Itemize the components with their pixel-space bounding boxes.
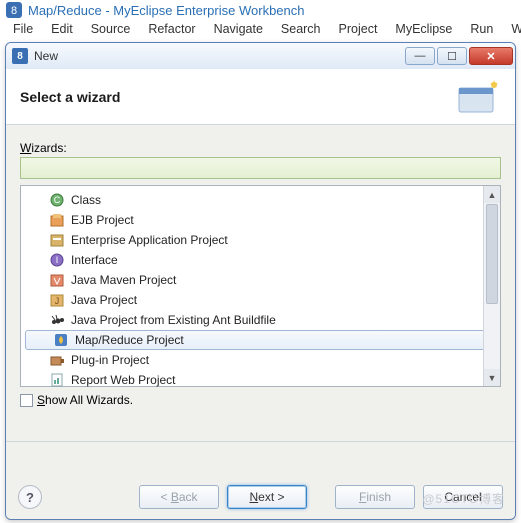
- wizard-item-label: Java Project: [71, 293, 137, 307]
- mapreduce-icon: [53, 332, 69, 348]
- menu-project[interactable]: Project: [330, 20, 387, 38]
- scrollbar[interactable]: ▲ ▼: [483, 186, 500, 386]
- wizard-item[interactable]: C Class: [21, 190, 500, 210]
- interface-icon: I: [49, 252, 65, 268]
- dialog-icon: 8: [12, 48, 28, 64]
- menu-file[interactable]: File: [4, 20, 42, 38]
- back-button[interactable]: < Back: [139, 485, 219, 509]
- wizards-label: Wizards:: [20, 141, 501, 155]
- ejb-icon: [49, 212, 65, 228]
- wizard-item-label: Interface: [71, 253, 118, 267]
- wizard-item-label: Plug-in Project: [71, 353, 149, 367]
- wizard-item-label: EJB Project: [71, 213, 134, 227]
- dialog-title: New: [34, 49, 399, 63]
- wizard-item[interactable]: I Interface: [21, 250, 500, 270]
- menu-run[interactable]: Run: [461, 20, 502, 38]
- menu-window[interactable]: Window: [502, 20, 521, 38]
- ide-title-text: Map/Reduce - MyEclipse Enterprise Workbe…: [28, 3, 305, 18]
- ide-titlebar: 8 Map/Reduce - MyEclipse Enterprise Work…: [0, 0, 521, 20]
- wizard-item[interactable]: Java Maven Project: [21, 270, 500, 290]
- menu-myeclipse[interactable]: MyEclipse: [386, 20, 461, 38]
- show-all-label[interactable]: Show All Wizards.: [37, 393, 133, 407]
- menu-search[interactable]: Search: [272, 20, 330, 38]
- wizard-item[interactable]: Enterprise Application Project: [21, 230, 500, 250]
- plugin-icon: [49, 352, 65, 368]
- menu-source[interactable]: Source: [82, 20, 140, 38]
- wizard-item[interactable]: Map/Reduce Project: [25, 330, 496, 350]
- wizard-item[interactable]: Plug-in Project: [21, 350, 500, 370]
- show-all-row: Show All Wizards.: [20, 393, 501, 407]
- dialog-body: Wizards: C Class EJB Project Enterprise App…: [6, 125, 515, 475]
- next-button[interactable]: Next >: [227, 485, 307, 509]
- show-all-checkbox[interactable]: [20, 394, 33, 407]
- banner-title: Select a wizard: [20, 89, 457, 105]
- svg-text:C: C: [54, 195, 61, 205]
- wizard-item[interactable]: EJB Project: [21, 210, 500, 230]
- java-icon: J: [49, 292, 65, 308]
- minimize-button[interactable]: —: [405, 47, 435, 65]
- wizard-item-label: Java Project from Existing Ant Buildfile: [71, 313, 276, 327]
- wizard-item-label: Enterprise Application Project: [71, 233, 228, 247]
- scroll-up-arrow[interactable]: ▲: [484, 186, 500, 203]
- menu-navigate[interactable]: Navigate: [205, 20, 272, 38]
- wizard-icon: [457, 78, 501, 116]
- wizard-item-label: Map/Reduce Project: [75, 333, 184, 347]
- close-button[interactable]: ✕: [469, 47, 513, 65]
- maximize-button[interactable]: ☐: [437, 47, 467, 65]
- wizard-item[interactable]: Report Web Project: [21, 370, 500, 390]
- menu-refactor[interactable]: Refactor: [139, 20, 204, 38]
- dialog-banner: Select a wizard: [6, 69, 515, 125]
- dialog-titlebar: 8 New — ☐ ✕: [6, 43, 515, 69]
- wizard-item-label: Class: [71, 193, 101, 207]
- class-icon: C: [49, 192, 65, 208]
- wizard-tree: C Class EJB Project Enterprise Application …: [20, 185, 501, 387]
- ant-icon: [49, 312, 65, 328]
- wizard-item-label: Report Web Project: [71, 373, 176, 387]
- menu-edit[interactable]: Edit: [42, 20, 82, 38]
- scroll-down-arrow[interactable]: ▼: [484, 369, 500, 386]
- finish-button[interactable]: Finish: [335, 485, 415, 509]
- report-icon: [49, 372, 65, 388]
- wizard-filter-input[interactable]: [20, 157, 501, 179]
- scroll-thumb[interactable]: [486, 204, 498, 304]
- svg-text:J: J: [55, 296, 60, 306]
- wizard-item-label: Java Maven Project: [71, 273, 176, 287]
- menu-bar: File Edit Source Refactor Navigate Searc…: [0, 20, 521, 40]
- help-button[interactable]: ?: [18, 485, 42, 509]
- wizard-item[interactable]: J Java Project: [21, 290, 500, 310]
- maven-icon: [49, 272, 65, 288]
- button-bar: ? < Back Next > Finish Cancel: [6, 475, 515, 519]
- svg-text:8: 8: [11, 5, 17, 17]
- app-icon: 8: [6, 2, 22, 18]
- separator: [6, 441, 515, 442]
- cancel-button[interactable]: Cancel: [423, 485, 503, 509]
- new-wizard-dialog: 8 New — ☐ ✕ Select a wizard Wizards: C Cl…: [5, 42, 516, 520]
- svg-text:I: I: [56, 255, 59, 265]
- ear-icon: [49, 232, 65, 248]
- wizard-item[interactable]: Java Project from Existing Ant Buildfile: [21, 310, 500, 330]
